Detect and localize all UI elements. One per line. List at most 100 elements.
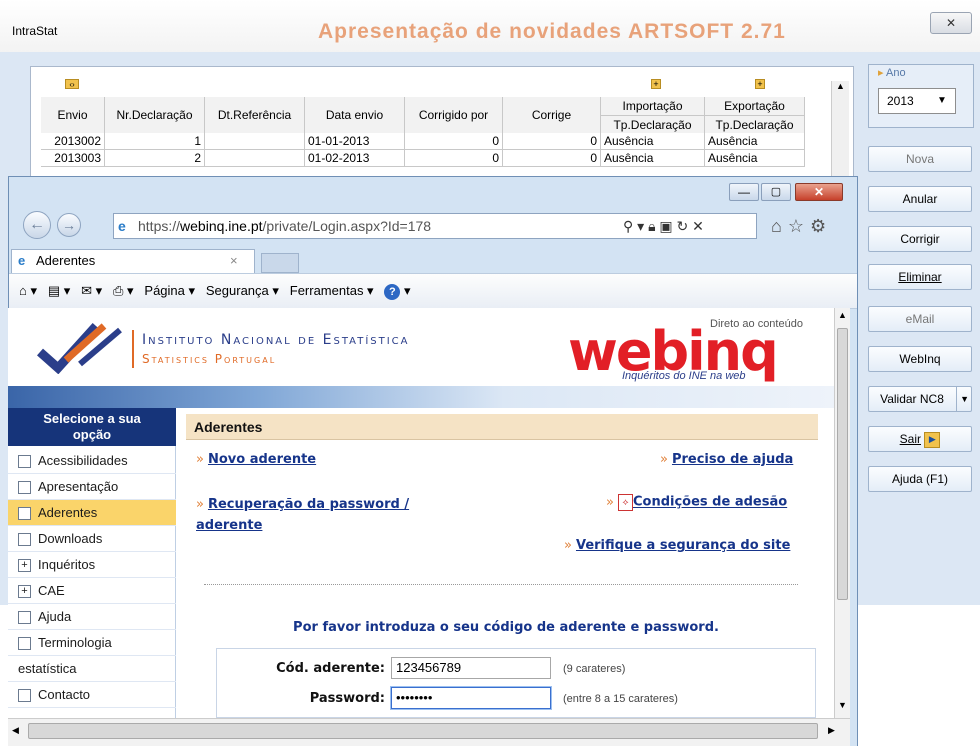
compat-view-icon[interactable]: ▣ [659,218,672,234]
checkbox-icon [18,533,31,546]
table-cell[interactable]: 0 [503,133,601,150]
table-cell[interactable]: 1 [105,133,205,150]
table-cell[interactable]: 01-01-2013 [305,133,405,150]
col-header-nr-declaracao[interactable]: Nr.Declaração [105,97,205,133]
ajuda-button[interactable]: Ajuda (F1) [868,466,972,492]
forward-icon[interactable]: → [57,213,81,237]
back-icon[interactable]: ← [23,211,51,239]
link-novo-aderente[interactable]: » Novo aderente [196,452,316,467]
table-cell[interactable]: Ausência [705,150,805,167]
sidebar-item-terminologia[interactable]: Terminologia [8,630,176,656]
menu-seguranca[interactable]: Segurança ▾ [206,283,279,298]
table-cell[interactable] [205,133,305,150]
sidebar-item-apresentacao[interactable]: Apresentação [8,474,176,500]
scroll-thumb-horizontal[interactable] [28,723,818,739]
login-form: Cód. aderente: 123456789 (9 carateres) P… [216,648,816,718]
table-cell[interactable]: 01-02-2013 [305,150,405,167]
menu-ferramentas[interactable]: Ferramentas ▾ [290,283,374,298]
sidebar-item-cae[interactable]: + CAE [8,578,176,604]
minimize-button[interactable]: — [729,183,759,201]
password-input[interactable]: •••••••• [391,687,551,709]
help-icon[interactable]: ? [384,284,401,300]
sidebar-item-acessibilidades[interactable]: Acessibilidades [8,448,176,474]
new-tab-button[interactable] [261,253,299,273]
divider [204,584,798,585]
validar-nc8-button[interactable]: Validar NC8 ▼ [868,386,972,412]
col-group-importacao[interactable]: Importação [601,97,705,115]
print-icon[interactable]: ⎙ [113,283,123,298]
table-cell[interactable]: 2013002 [41,133,105,150]
scroll-down-icon[interactable]: ▼ [835,700,850,710]
link-recuperacao-line1: Recuperação da password / [207,497,410,512]
sidebar-item-ajuda[interactable]: Ajuda [8,604,176,630]
scroll-left-icon[interactable]: ◀ [12,725,19,736]
webinq-button[interactable]: WebInq [868,346,972,372]
sair-button[interactable]: Sair ▶ [868,426,972,452]
ano-select[interactable]: 2013 ▼ [878,88,956,114]
cod-aderente-input[interactable]: 123456789 [391,657,551,679]
col-header-data-envio[interactable]: Data envio [305,97,405,133]
tab-aderentes[interactable]: e Aderentes × [11,249,255,273]
col-header-dt-referencia[interactable]: Dt.Referência [205,97,305,133]
expand-export-icon[interactable]: + [755,79,765,89]
vertical-scrollbar[interactable]: ▲ ▼ [834,308,850,718]
eliminar-button[interactable]: Eliminar [868,264,972,290]
table-cell[interactable] [205,150,305,167]
sidebar-item-label: Downloads [38,531,103,546]
col-group-exportacao[interactable]: Exportação [705,97,805,115]
header-swoosh [8,386,834,408]
mail-icon[interactable]: ✉ [81,283,92,298]
table-cell[interactable]: 0 [405,150,503,167]
table-cell[interactable]: 2013003 [41,150,105,167]
link-preciso-ajuda[interactable]: » Preciso de ajuda [660,452,793,467]
gear-icon[interactable]: ⚙ [810,216,832,236]
sidebar-item-inqueritos[interactable]: + Inquéritos [8,552,176,578]
scroll-thumb[interactable] [837,328,848,600]
col-header-export-tp-declaracao[interactable]: Tp.Declaração [705,115,805,133]
nova-button[interactable]: Nova [868,146,972,172]
scroll-up-icon[interactable]: ▲ [835,310,850,320]
menu-pagina[interactable]: Página ▾ [144,283,195,298]
refresh-icon[interactable]: ↻ [677,218,689,234]
sidebar-item-aderentes[interactable]: Aderentes [8,500,176,526]
col-header-corrigido-por[interactable]: Corrigido por [405,97,503,133]
search-icon[interactable]: ⚲ [623,218,633,234]
table-cell[interactable]: 0 [405,133,503,150]
feeds-icon[interactable]: ▤ [48,283,60,298]
home-icon[interactable]: ⌂ [771,216,788,236]
col-header-import-tp-declaracao[interactable]: Tp.Declaração [601,115,705,133]
sidebar-item-label: Apresentação [38,479,119,494]
anular-button[interactable]: Anular [868,186,972,212]
table-cell[interactable]: Ausência [601,133,705,150]
sidebar-item-contacto[interactable]: Contacto [8,682,176,708]
table-scrollbar[interactable]: ▲ [831,81,849,181]
home-icon[interactable]: ⌂ [19,283,27,298]
column-chooser-icon[interactable]: ‹› [65,79,79,89]
sidebar-item-estatistica[interactable]: estatística [8,656,176,682]
link-condicoes-adesao[interactable]: » ⟡ Condições de adesão [606,494,787,511]
corrigir-button[interactable]: Corrigir [868,226,972,252]
ie-page-icon: e [118,218,126,234]
table-cell[interactable]: 0 [503,150,601,167]
horizontal-scrollbar[interactable]: ◀ ▶ [8,718,850,746]
lock-icon[interactable]: 🔒︎ [648,218,655,234]
col-header-envio[interactable]: Envio [41,97,105,133]
tab-close-icon[interactable]: × [230,250,238,272]
maximize-button[interactable]: ▢ [761,183,791,201]
sidebar: Selecione a sua opção Acessibilidades Apr… [8,408,176,718]
email-button[interactable]: eMail [868,306,972,332]
intrastat-close-button[interactable]: ✕ [930,12,972,34]
table-cell[interactable]: Ausência [705,133,805,150]
stop-icon[interactable]: ✕ [692,218,704,234]
col-header-corrige[interactable]: Corrige [503,97,601,133]
table-cell[interactable]: Ausência [601,150,705,167]
expand-import-icon[interactable]: + [651,79,661,89]
link-verifique-seguranca[interactable]: » Verifique a segurança do site [564,538,790,553]
table-cell[interactable]: 2 [105,150,205,167]
scroll-right-icon[interactable]: ▶ [828,725,835,736]
favorites-star-icon[interactable]: ☆ [788,216,810,236]
close-button[interactable]: ✕ [795,183,843,201]
link-recuperacao-password[interactable]: » Recuperação da password / aderente [196,494,456,536]
sidebar-title: Selecione a sua opção [8,408,176,446]
sidebar-item-downloads[interactable]: Downloads [8,526,176,552]
